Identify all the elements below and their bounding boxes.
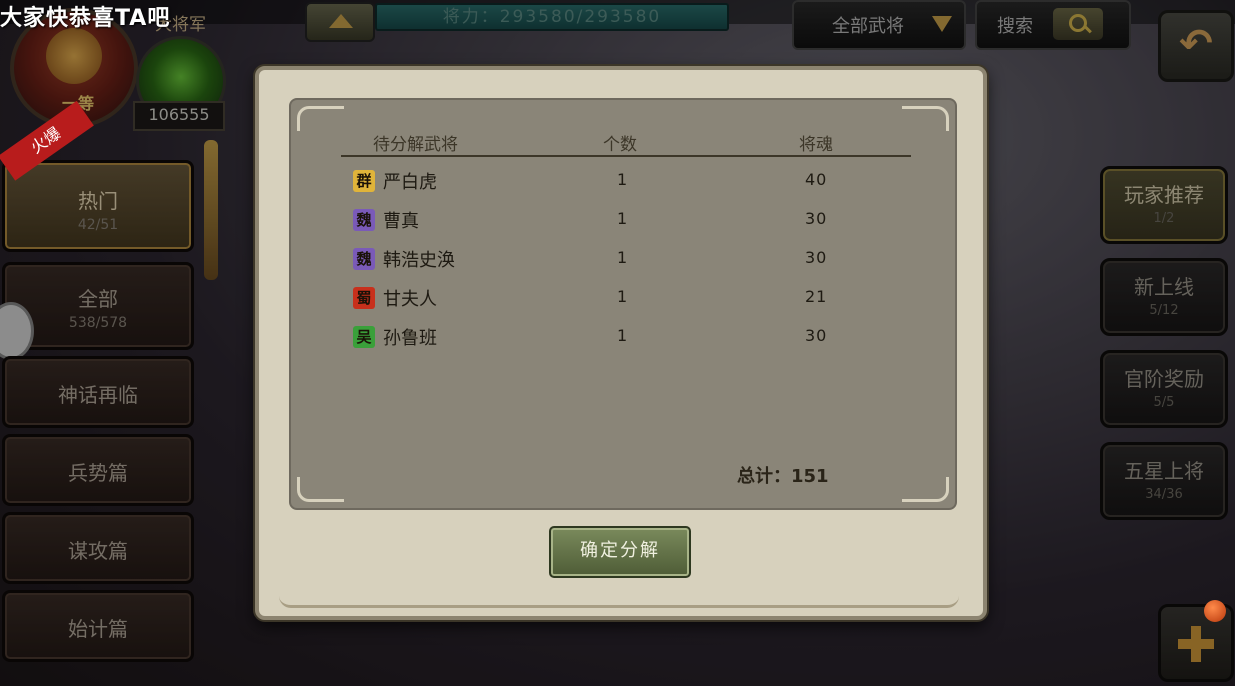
decompose-list-panel: 待分解武将 个数 将魂 群 严白虎 1 40 魏 曹真 1 30 魏 韩浩史涣 …	[289, 98, 957, 510]
header-count: 个数	[603, 135, 637, 155]
general-name: 孙鲁班	[383, 328, 437, 349]
general-soul: 40	[805, 170, 828, 189]
table-row: 蜀 甘夫人 1 21	[291, 279, 955, 313]
notification-dot	[1204, 600, 1226, 622]
general-name: 严白虎	[383, 172, 437, 193]
broadcast-marquee: 大家快恭喜TA吧	[0, 6, 171, 31]
general-name: 曹真	[383, 211, 419, 232]
general-count: 1	[617, 248, 628, 267]
header-soul: 将魂	[799, 135, 833, 155]
general-count: 1	[617, 287, 628, 306]
table-row: 吴 孙鲁班 1 30	[291, 318, 955, 352]
corner-ornament	[902, 106, 949, 131]
faction-badge: 吴	[353, 326, 375, 348]
general-count: 1	[617, 326, 628, 345]
general-count: 1	[617, 209, 628, 228]
corner-ornament	[297, 477, 344, 502]
general-soul: 21	[805, 287, 828, 306]
decompose-dialog: 待分解武将 个数 将魂 群 严白虎 1 40 魏 曹真 1 30 魏 韩浩史涣 …	[255, 66, 987, 620]
corner-ornament	[297, 106, 344, 131]
table-row: 魏 曹真 1 30	[291, 201, 955, 235]
confirm-decompose-button[interactable]: 确定分解	[549, 526, 691, 578]
corner-ornament	[902, 477, 949, 502]
faction-badge: 魏	[353, 248, 375, 270]
faction-badge: 魏	[353, 209, 375, 231]
header-divider	[341, 155, 911, 157]
dialog-bottom-ornament	[279, 575, 959, 608]
general-soul: 30	[805, 248, 828, 267]
general-soul: 30	[805, 326, 828, 345]
general-soul: 30	[805, 209, 828, 228]
general-name: 甘夫人	[383, 289, 437, 310]
general-count: 1	[617, 170, 628, 189]
table-row: 魏 韩浩史涣 1 30	[291, 240, 955, 274]
faction-badge: 蜀	[353, 287, 375, 309]
faction-badge: 群	[353, 170, 375, 192]
header-name: 待分解武将	[373, 135, 458, 155]
general-name: 韩浩史涣	[383, 250, 455, 271]
soul-total: 总计：151	[737, 466, 829, 487]
table-row: 群 严白虎 1 40	[291, 162, 955, 196]
